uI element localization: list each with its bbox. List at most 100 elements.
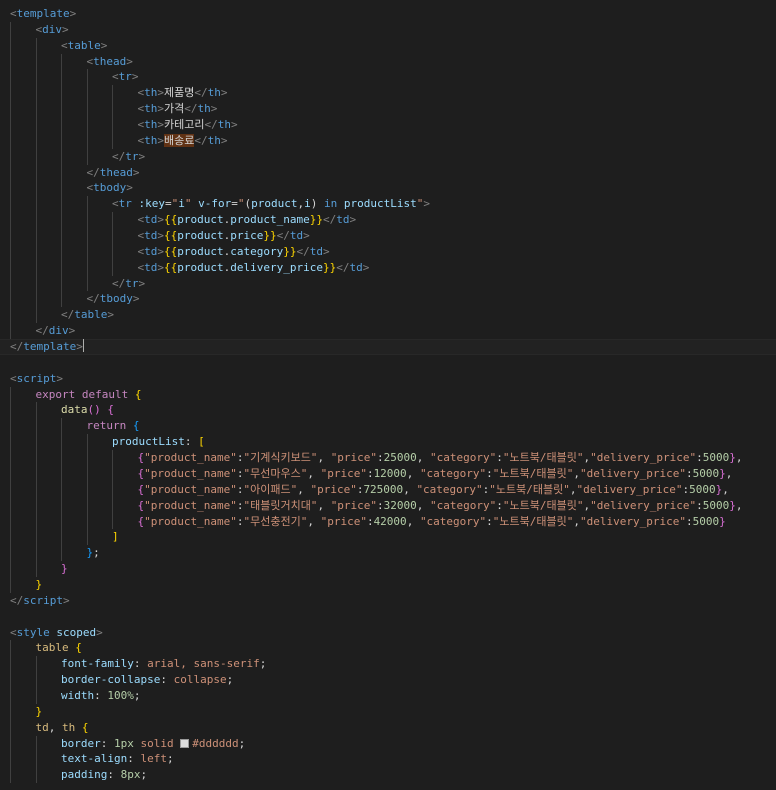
code-token: > — [157, 229, 164, 243]
code-line[interactable]: export default { — [0, 386, 776, 403]
code-token: : — [184, 435, 199, 449]
code-line[interactable]: <style scoped> — [0, 625, 776, 641]
indent-guide — [112, 481, 113, 498]
code-line[interactable]: </tbody> — [0, 291, 776, 308]
code-line[interactable]: </div> — [0, 323, 776, 340]
code-line[interactable]: } — [0, 561, 776, 577]
code-line[interactable]: </table> — [0, 307, 776, 324]
code-token: > — [132, 292, 140, 306]
indent-guide — [10, 259, 11, 276]
code-line[interactable]: ] — [0, 529, 776, 546]
code-line[interactable]: <tr :key="i" v-for="(product,i) in produ… — [0, 196, 776, 213]
code-token: "price" — [310, 482, 357, 496]
code-token: , — [317, 498, 331, 512]
code-line[interactable]: <th>배송료</th> — [0, 132, 776, 149]
code-token: in — [317, 197, 344, 211]
code-line[interactable]: </tr> — [0, 148, 776, 165]
indent-guide — [61, 450, 62, 466]
code-line[interactable]: } — [0, 703, 776, 720]
code-token: { — [81, 720, 89, 734]
indent-guide — [61, 259, 62, 276]
code-line[interactable]: padding: 8px; — [0, 767, 776, 784]
code-line[interactable]: </template> — [0, 339, 776, 355]
code-line[interactable]: } — [0, 576, 776, 593]
code-line[interactable] — [0, 609, 776, 625]
code-token: , — [297, 482, 311, 496]
code-line[interactable]: return { — [0, 418, 776, 435]
code-token: th — [144, 86, 158, 100]
code-line[interactable]: {"product_name":"태블릿거치대", "price":32000,… — [0, 497, 776, 514]
code-line[interactable]: <tr> — [0, 69, 776, 86]
indent-guide — [10, 148, 11, 165]
indent-guide — [10, 545, 11, 562]
code-line[interactable]: <thead> — [0, 53, 776, 70]
indent-guide — [10, 85, 11, 102]
code-line[interactable]: border-collapse: collapse; — [0, 672, 776, 688]
code-line[interactable]: <td>{{product.price}}</td> — [0, 228, 776, 244]
code-token: td — [309, 244, 323, 258]
code-token: default — [81, 387, 129, 401]
code-token: script — [16, 371, 57, 385]
code-line[interactable]: {"product_name":"무선마우스", "price":12000, … — [0, 465, 776, 482]
code-token: border-collapse — [61, 673, 161, 687]
code-token: td — [35, 720, 49, 734]
indent-guide — [10, 751, 11, 768]
code-line[interactable]: </tr> — [0, 275, 776, 292]
code-line[interactable]: <th>카테고리</th> — [0, 117, 776, 133]
code-token: td — [336, 213, 350, 227]
code-token: { — [75, 641, 82, 655]
code-line[interactable]: <td>{{product.category}}</td> — [0, 243, 776, 260]
code-line[interactable]: productList: [ — [0, 434, 776, 451]
code-token: () — [87, 403, 101, 417]
code-token: "노트북/태블릿" — [502, 451, 584, 465]
code-line[interactable]: </thead> — [0, 164, 776, 181]
code-token: > — [68, 324, 76, 338]
code-token: v-for — [198, 197, 232, 211]
code-line[interactable]: td, th { — [0, 719, 776, 736]
code-line[interactable]: text-align: left; — [0, 751, 776, 768]
code-line[interactable]: <th>가격</th> — [0, 101, 776, 118]
code-line[interactable]: font-family: arial, sans-serif; — [0, 656, 776, 673]
code-line[interactable]: <div> — [0, 21, 776, 38]
code-token: template — [16, 7, 70, 20]
code-line[interactable]: }; — [0, 545, 776, 562]
code-token: th — [207, 133, 221, 147]
code-line[interactable] — [0, 355, 776, 371]
code-line[interactable]: <script> — [0, 371, 776, 387]
code-line[interactable]: <th>제품명</th> — [0, 85, 776, 102]
code-line[interactable]: </script> — [0, 593, 776, 609]
code-token: , — [406, 466, 420, 480]
indent-guide — [61, 465, 62, 482]
indent-guide — [35, 434, 37, 451]
indent-guide — [86, 259, 88, 276]
code-token: } — [729, 498, 736, 512]
code-token: productList — [112, 435, 185, 449]
code-line[interactable]: data() { — [0, 402, 776, 419]
code-line[interactable]: width: 100%; — [0, 687, 776, 704]
code-token: : — [127, 752, 141, 766]
indent-guide — [112, 259, 113, 276]
code-token: {{ — [164, 229, 178, 243]
code-line[interactable]: <template> — [0, 6, 776, 22]
code-token: : — [486, 514, 493, 528]
code-editor[interactable]: <template> <div> <table> <thead> <tr> <th>제품명… — [0, 6, 776, 784]
code-line[interactable]: {"product_name":"아이패드", "price":725000, … — [0, 481, 776, 498]
code-token: "price" — [320, 514, 367, 528]
code-line[interactable]: {"product_name":"무선충전기", "price":42000, … — [0, 513, 776, 530]
code-line[interactable]: <table> — [0, 37, 776, 54]
code-line[interactable]: <td>{{product.delivery_price}}</td> — [0, 259, 776, 276]
indent-guide — [10, 21, 11, 38]
indent-guide — [61, 196, 62, 213]
code-line[interactable]: border: 1px solid #dddddd; — [0, 735, 776, 752]
code-token: , — [403, 482, 417, 496]
code-token: product — [177, 213, 224, 227]
code-line[interactable]: <td>{{product.product_name}}</td> — [0, 212, 776, 229]
code-line[interactable]: table { — [0, 640, 776, 657]
color-swatch-icon[interactable] — [180, 738, 190, 748]
code-token: { — [132, 419, 140, 433]
indent-guide — [10, 418, 11, 435]
code-token: > — [126, 54, 133, 68]
code-line[interactable]: <tbody> — [0, 180, 776, 197]
code-line[interactable]: {"product_name":"기계식키보드", "price":25000,… — [0, 450, 776, 466]
